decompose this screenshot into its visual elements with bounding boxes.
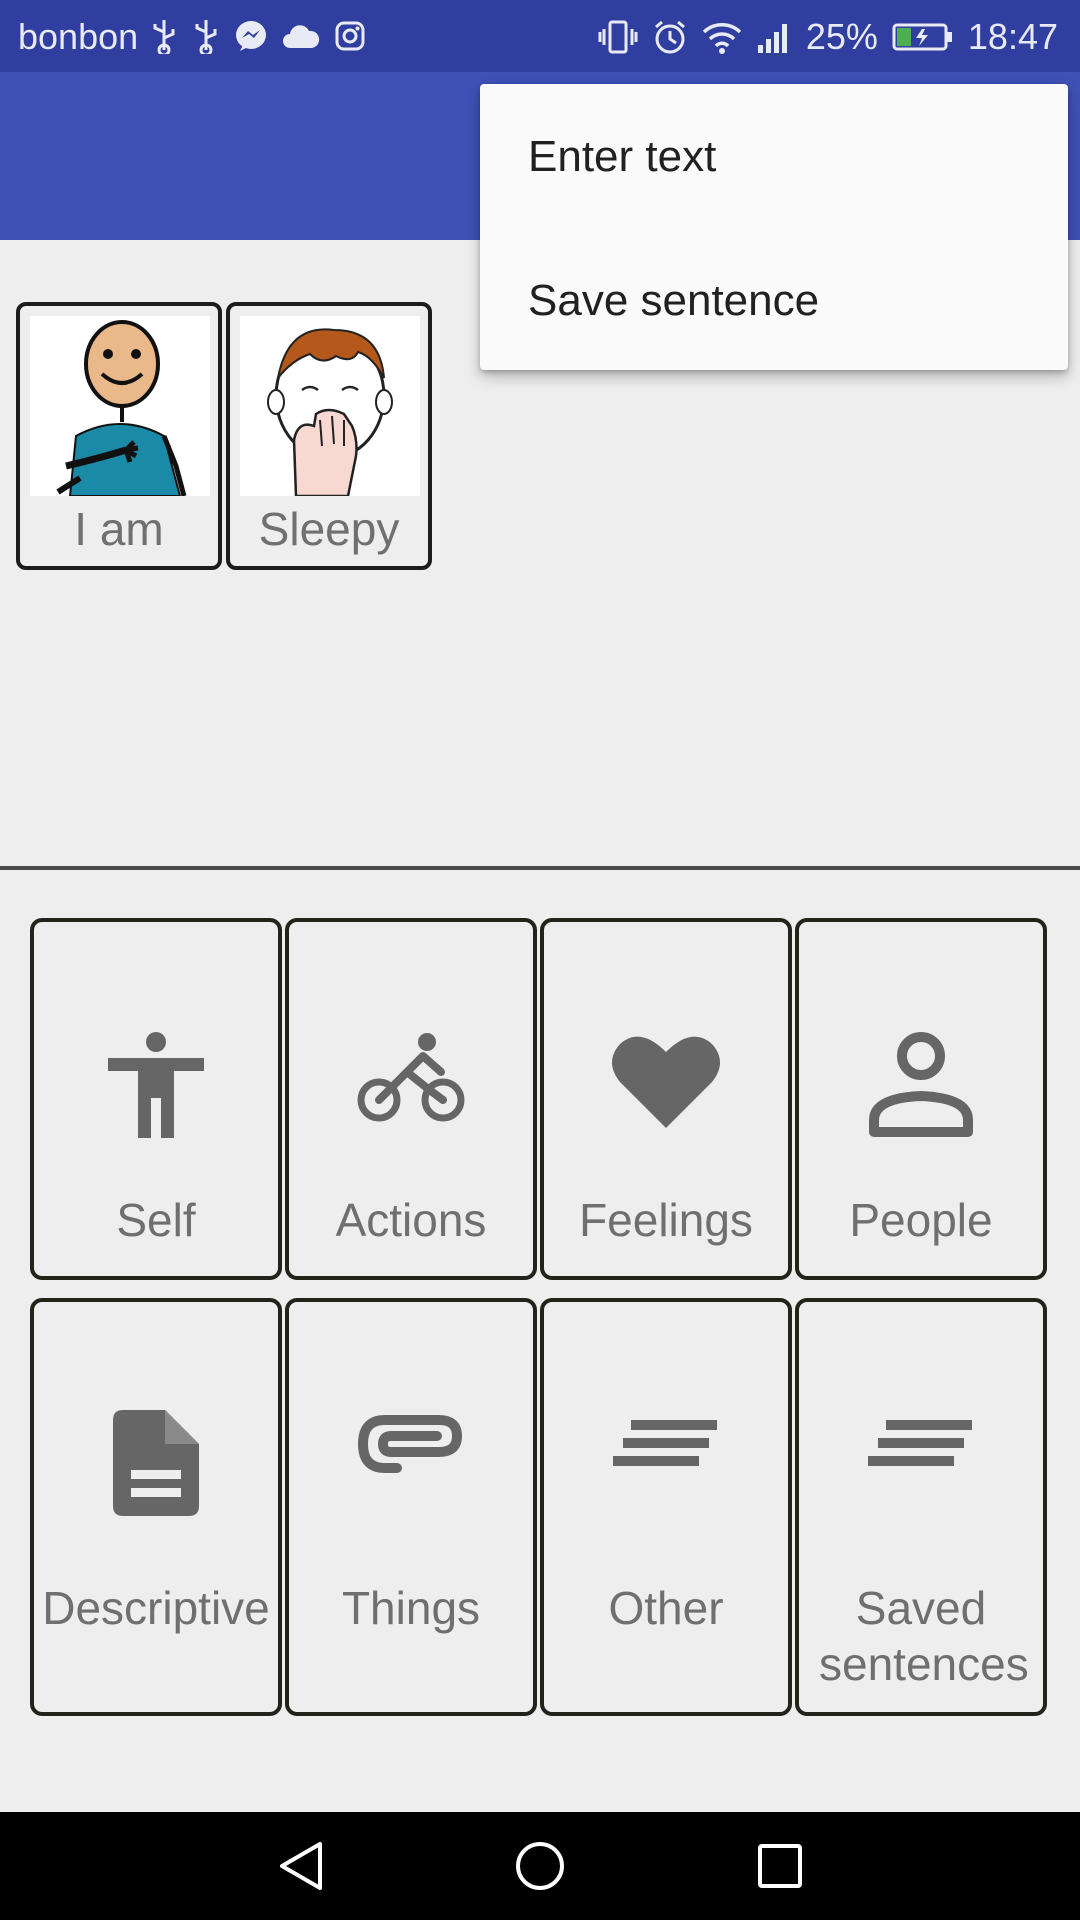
category-descriptive[interactable]: Descriptive [30,1298,282,1716]
notification-icons [150,18,366,54]
clock: 18:47 [967,16,1058,57]
carrier-name: bonbon [18,16,139,57]
category-actions[interactable]: Actions [285,918,537,1280]
sentence-word-card[interactable]: I am [16,302,222,570]
category-label: Saved sentences [819,1582,1029,1690]
alarm-icon [654,20,685,54]
menu-item-save-sentence[interactable]: Save sentence [528,276,819,326]
vibrate-icon [598,20,638,54]
category-feelings[interactable]: Feelings [540,918,792,1280]
category-people[interactable]: People [795,918,1047,1280]
battery-charging-icon [892,23,952,51]
back-icon[interactable] [274,1838,330,1894]
sentence-word-card[interactable]: Sleepy [226,302,432,570]
category-label: Descriptive [42,1582,270,1634]
category-saved-sentences[interactable]: Saved sentences [795,1298,1047,1716]
wifi-icon [702,23,742,54]
system-status: 25% 18:47 [598,16,1058,58]
category-label: Other [608,1582,724,1634]
bike-icon [289,1032,533,1122]
person-outline-icon [799,1032,1043,1138]
heart-icon [544,1032,788,1128]
category-label: Self [116,1194,196,1246]
short-text-icon [799,1410,1043,1476]
category-label: Actions [335,1194,487,1246]
overflow-menu: Enter text Save sentence [480,84,1068,370]
signal-icon [757,24,787,53]
yawning-boy-picture [240,316,420,496]
home-icon[interactable] [512,1838,568,1894]
category-label: Feelings [579,1194,753,1246]
category-label: People [849,1194,993,1246]
recents-icon[interactable] [752,1838,808,1894]
category-self[interactable]: Self [30,918,282,1280]
usb-icon [153,20,175,54]
word-label: I am [74,503,164,555]
category-things[interactable]: Things [285,1298,537,1716]
short-text-icon [544,1410,788,1476]
messenger-icon [236,21,266,51]
paperclip-icon [289,1410,533,1476]
accessibility-icon [34,1032,278,1138]
navigation-bar [0,1812,1080,1920]
category-label: Things [341,1582,481,1634]
menu-item-enter-text[interactable]: Enter text [528,132,716,182]
battery-percent: 25% [805,16,878,57]
category-other[interactable]: Other [540,1298,792,1716]
person-pointing-to-self-picture [30,316,210,496]
instagram-icon [335,21,365,51]
divider [0,866,1080,870]
usb-icon [195,20,217,54]
status-bar: bonbon 25% 18:47 [0,0,1080,72]
word-label: Sleepy [258,503,400,555]
document-icon [34,1410,278,1516]
cloud-icon [283,25,320,48]
